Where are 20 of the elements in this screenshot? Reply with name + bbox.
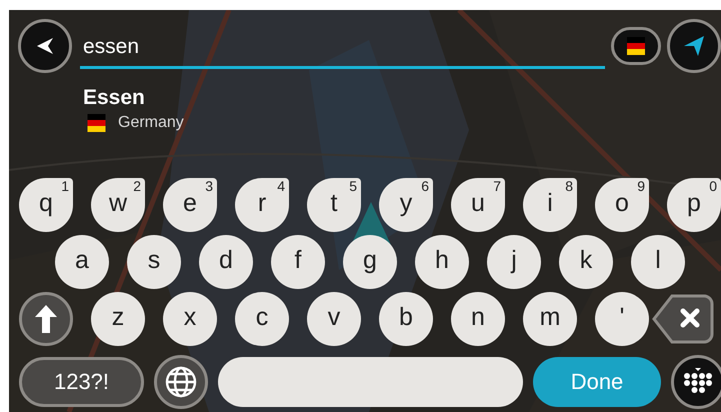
key-digit: 8 xyxy=(565,179,573,193)
key-digit: 5 xyxy=(349,179,357,193)
result-country: Germany xyxy=(118,114,184,132)
key-digit: 4 xyxy=(277,179,285,193)
shift-arrow-icon xyxy=(35,305,57,333)
navigation-arrow-icon xyxy=(682,34,706,58)
space-key[interactable] xyxy=(218,357,523,407)
key-digit: 3 xyxy=(205,179,213,193)
globe-icon xyxy=(165,366,197,398)
key-digit: 2 xyxy=(133,179,141,193)
key-digit: 9 xyxy=(637,179,645,193)
key-digit: 0 xyxy=(709,179,717,193)
search-field[interactable]: essen xyxy=(80,27,605,69)
key-digit: 7 xyxy=(493,179,501,193)
result-title[interactable]: Essen xyxy=(83,86,721,110)
key-digit: 6 xyxy=(421,179,429,193)
symbols-key[interactable]: 123?! xyxy=(19,357,144,407)
back-arrow-icon xyxy=(35,36,55,56)
keyboard-icon xyxy=(683,368,713,396)
key-digit: 1 xyxy=(61,179,69,193)
